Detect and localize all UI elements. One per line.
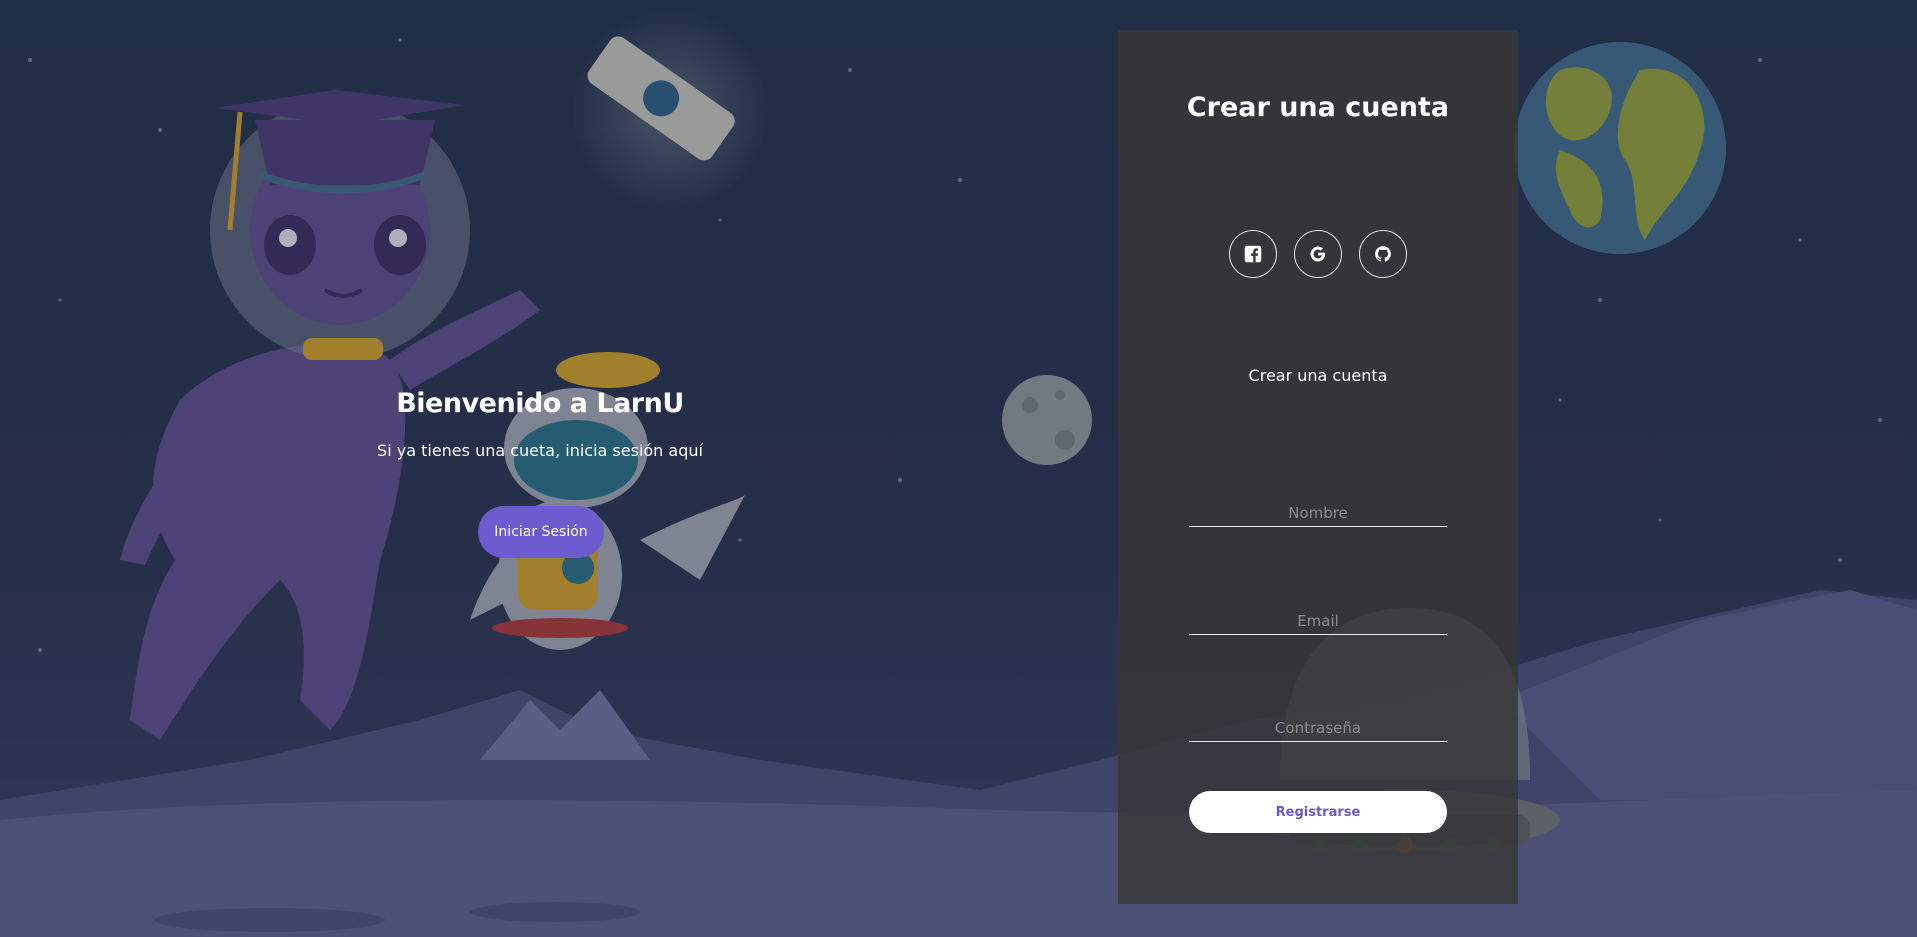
space-illustration (0, 0, 1917, 937)
github-button[interactable] (1359, 230, 1407, 278)
email-field[interactable] (1189, 608, 1447, 635)
github-icon (1375, 246, 1391, 262)
password-field[interactable] (1189, 715, 1447, 742)
panel-title: Crear una cuenta (1186, 92, 1450, 123)
google-icon (1310, 246, 1326, 262)
welcome-section: Bienvenido a LarnU Si ya tienes una cuet… (320, 388, 760, 558)
facebook-button[interactable] (1229, 230, 1277, 278)
name-field[interactable] (1189, 500, 1447, 527)
welcome-title: Bienvenido a LarnU (396, 388, 684, 419)
form-caption: Crear una cuenta (1248, 366, 1388, 385)
login-button[interactable]: Iniciar Sesión (478, 506, 604, 558)
signup-panel: Crear una cuenta Crear una cuenta Regist… (1118, 30, 1518, 904)
social-login-buttons (1118, 230, 1518, 278)
google-button[interactable] (1294, 230, 1342, 278)
welcome-subtitle: Si ya tienes una cueta, inicia sesión aq… (377, 441, 703, 460)
register-button[interactable]: Registrarse (1189, 791, 1447, 833)
facebook-icon (1244, 245, 1262, 263)
background-scene (0, 0, 1917, 937)
